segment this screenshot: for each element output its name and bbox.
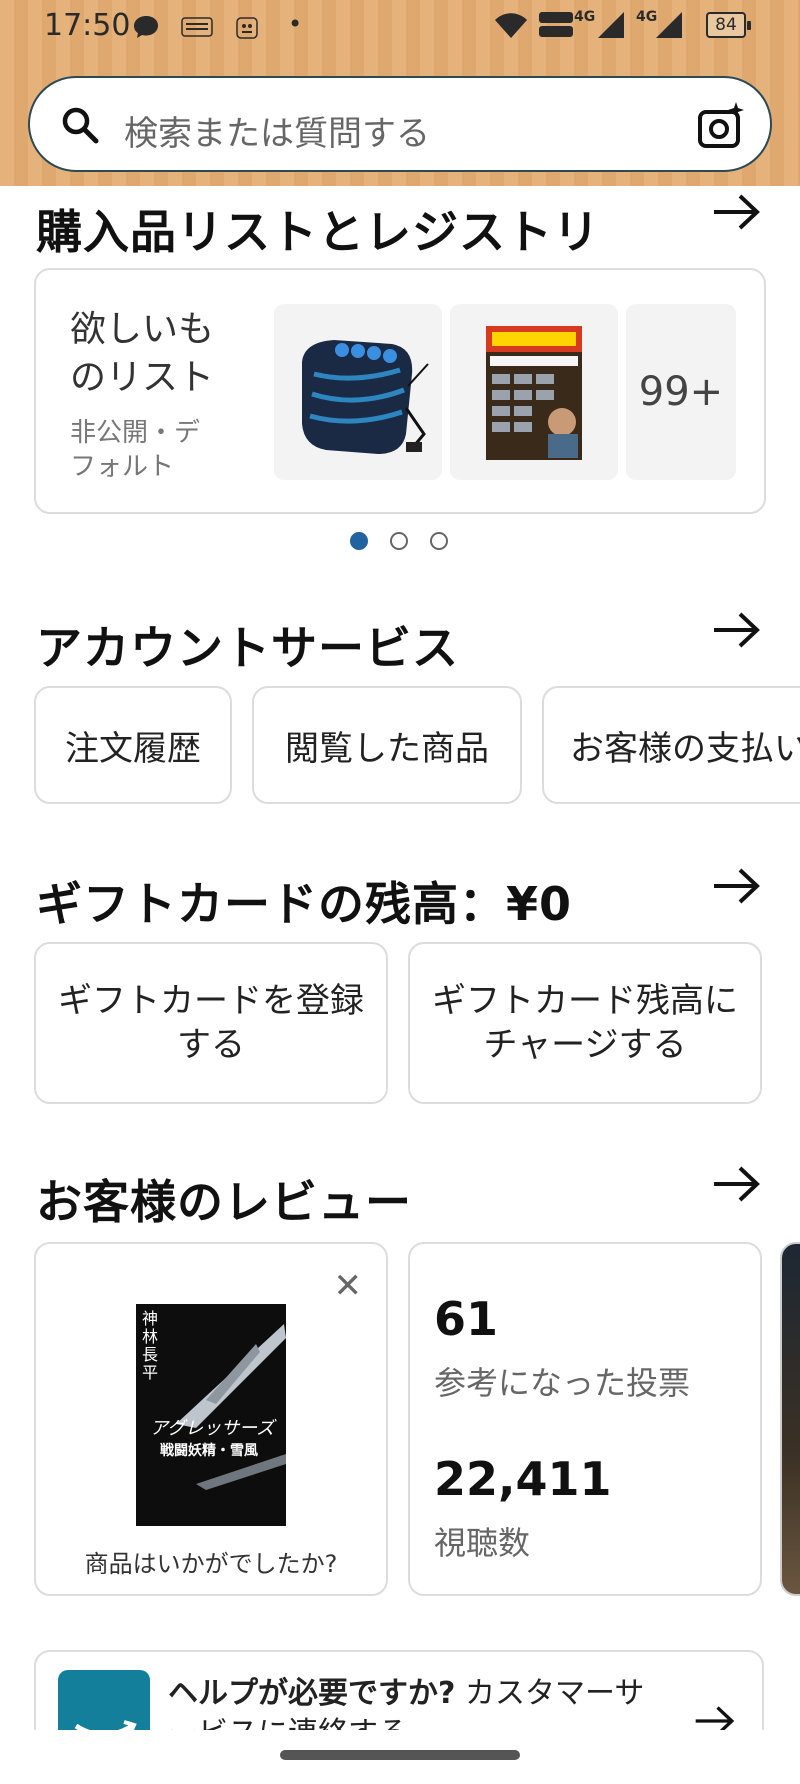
header-bar: 17:50 • 4G 4G 84 検索または質問する [0,0,800,186]
helpful-votes-label: 参考になった投票 [434,1364,691,1402]
wishlist-product-thumbnail[interactable] [274,304,442,480]
arrow-right-icon[interactable] [712,610,762,650]
carousel-dot-active[interactable] [350,532,368,550]
review-prompt-card[interactable]: ✕ 神林長平 アグレッサーズ 戦闘妖精・雪風 商品はいかがでしたか? [34,1242,388,1596]
notification-dot: • [288,10,303,38]
signal-icon [596,10,626,45]
camera-lens-icon[interactable] [696,100,748,152]
seat-cushion-image [302,340,429,454]
wishlist-subtitle: 非公開・デフォルト [70,418,201,482]
views-label: 視聴数 [434,1524,531,1562]
status-bar: 17:50 • 4G 4G 84 [0,0,800,56]
network-label-1: 4G [574,9,596,25]
section-title-lists: 購入品リストとレジストリ [36,205,600,259]
carousel-dot[interactable] [390,532,408,550]
search-bar[interactable]: 検索または質問する [28,76,772,172]
chat-bubble-icon [132,14,160,45]
section-title-account: アカウントサービス [36,621,459,675]
arrow-right-icon[interactable] [712,866,762,906]
payments-button[interactable]: お客様の支払い [542,686,800,804]
charge-giftcard-button[interactable]: ギフトカード残高にチャージする [408,942,762,1104]
wishlist-product-thumbnail[interactable] [450,304,618,480]
wishlist-more-count[interactable]: 99+ [626,304,736,480]
wishlist-card[interactable]: 欲しいものリスト 非公開・デフォルト 99+ [34,268,766,514]
review-stats-card[interactable]: 61 参考になった投票 22,411 視聴数 [408,1242,762,1596]
section-title-reviews: お客様のレビュー [36,1175,412,1229]
search-placeholder[interactable]: 検索または質問する [124,106,430,155]
help-text-bold: ヘルプが必要ですか? [168,1676,456,1711]
search-icon [62,107,99,144]
temu-icon [180,16,214,40]
magazine-cover-image [486,326,582,460]
carousel-pagination [350,532,448,550]
close-icon[interactable]: ✕ [334,1266,363,1306]
book-subtitle: 戦闘妖精・雪風 [160,1443,258,1459]
book-author-vertical: 神林長平 [142,1309,159,1382]
views-count: 22,411 [434,1452,612,1506]
book-title: アグレッサーズ [150,1418,275,1439]
volte-icon [538,10,574,45]
signal-icon [654,10,684,45]
helpful-votes-count: 61 [434,1292,499,1346]
battery-icon: 84 [706,12,751,38]
payments-button-label: お客様の支払い [570,728,800,769]
review-card-peek[interactable] [780,1242,800,1596]
wifi-icon [494,12,528,45]
arrow-right-icon[interactable] [712,1164,762,1204]
order-history-button[interactable]: 注文履歴 [34,686,232,804]
register-giftcard-button[interactable]: ギフトカードを登録する [34,942,388,1104]
book-cover-image: 神林長平 アグレッサーズ 戦闘妖精・雪風 [136,1304,286,1526]
carousel-dot[interactable] [430,532,448,550]
status-time: 17:50 [44,8,131,43]
ninja-icon [234,16,260,42]
arrow-right-icon[interactable] [712,192,762,232]
review-prompt-text: 商品はいかがでしたか? [84,1550,338,1578]
wishlist-title: 欲しいものリスト [70,309,215,398]
browsing-history-button[interactable]: 閲覧した商品 [252,686,522,804]
section-title-giftcard: ギフトカードの残高：¥0 [36,877,573,931]
home-indicator[interactable] [280,1750,520,1760]
